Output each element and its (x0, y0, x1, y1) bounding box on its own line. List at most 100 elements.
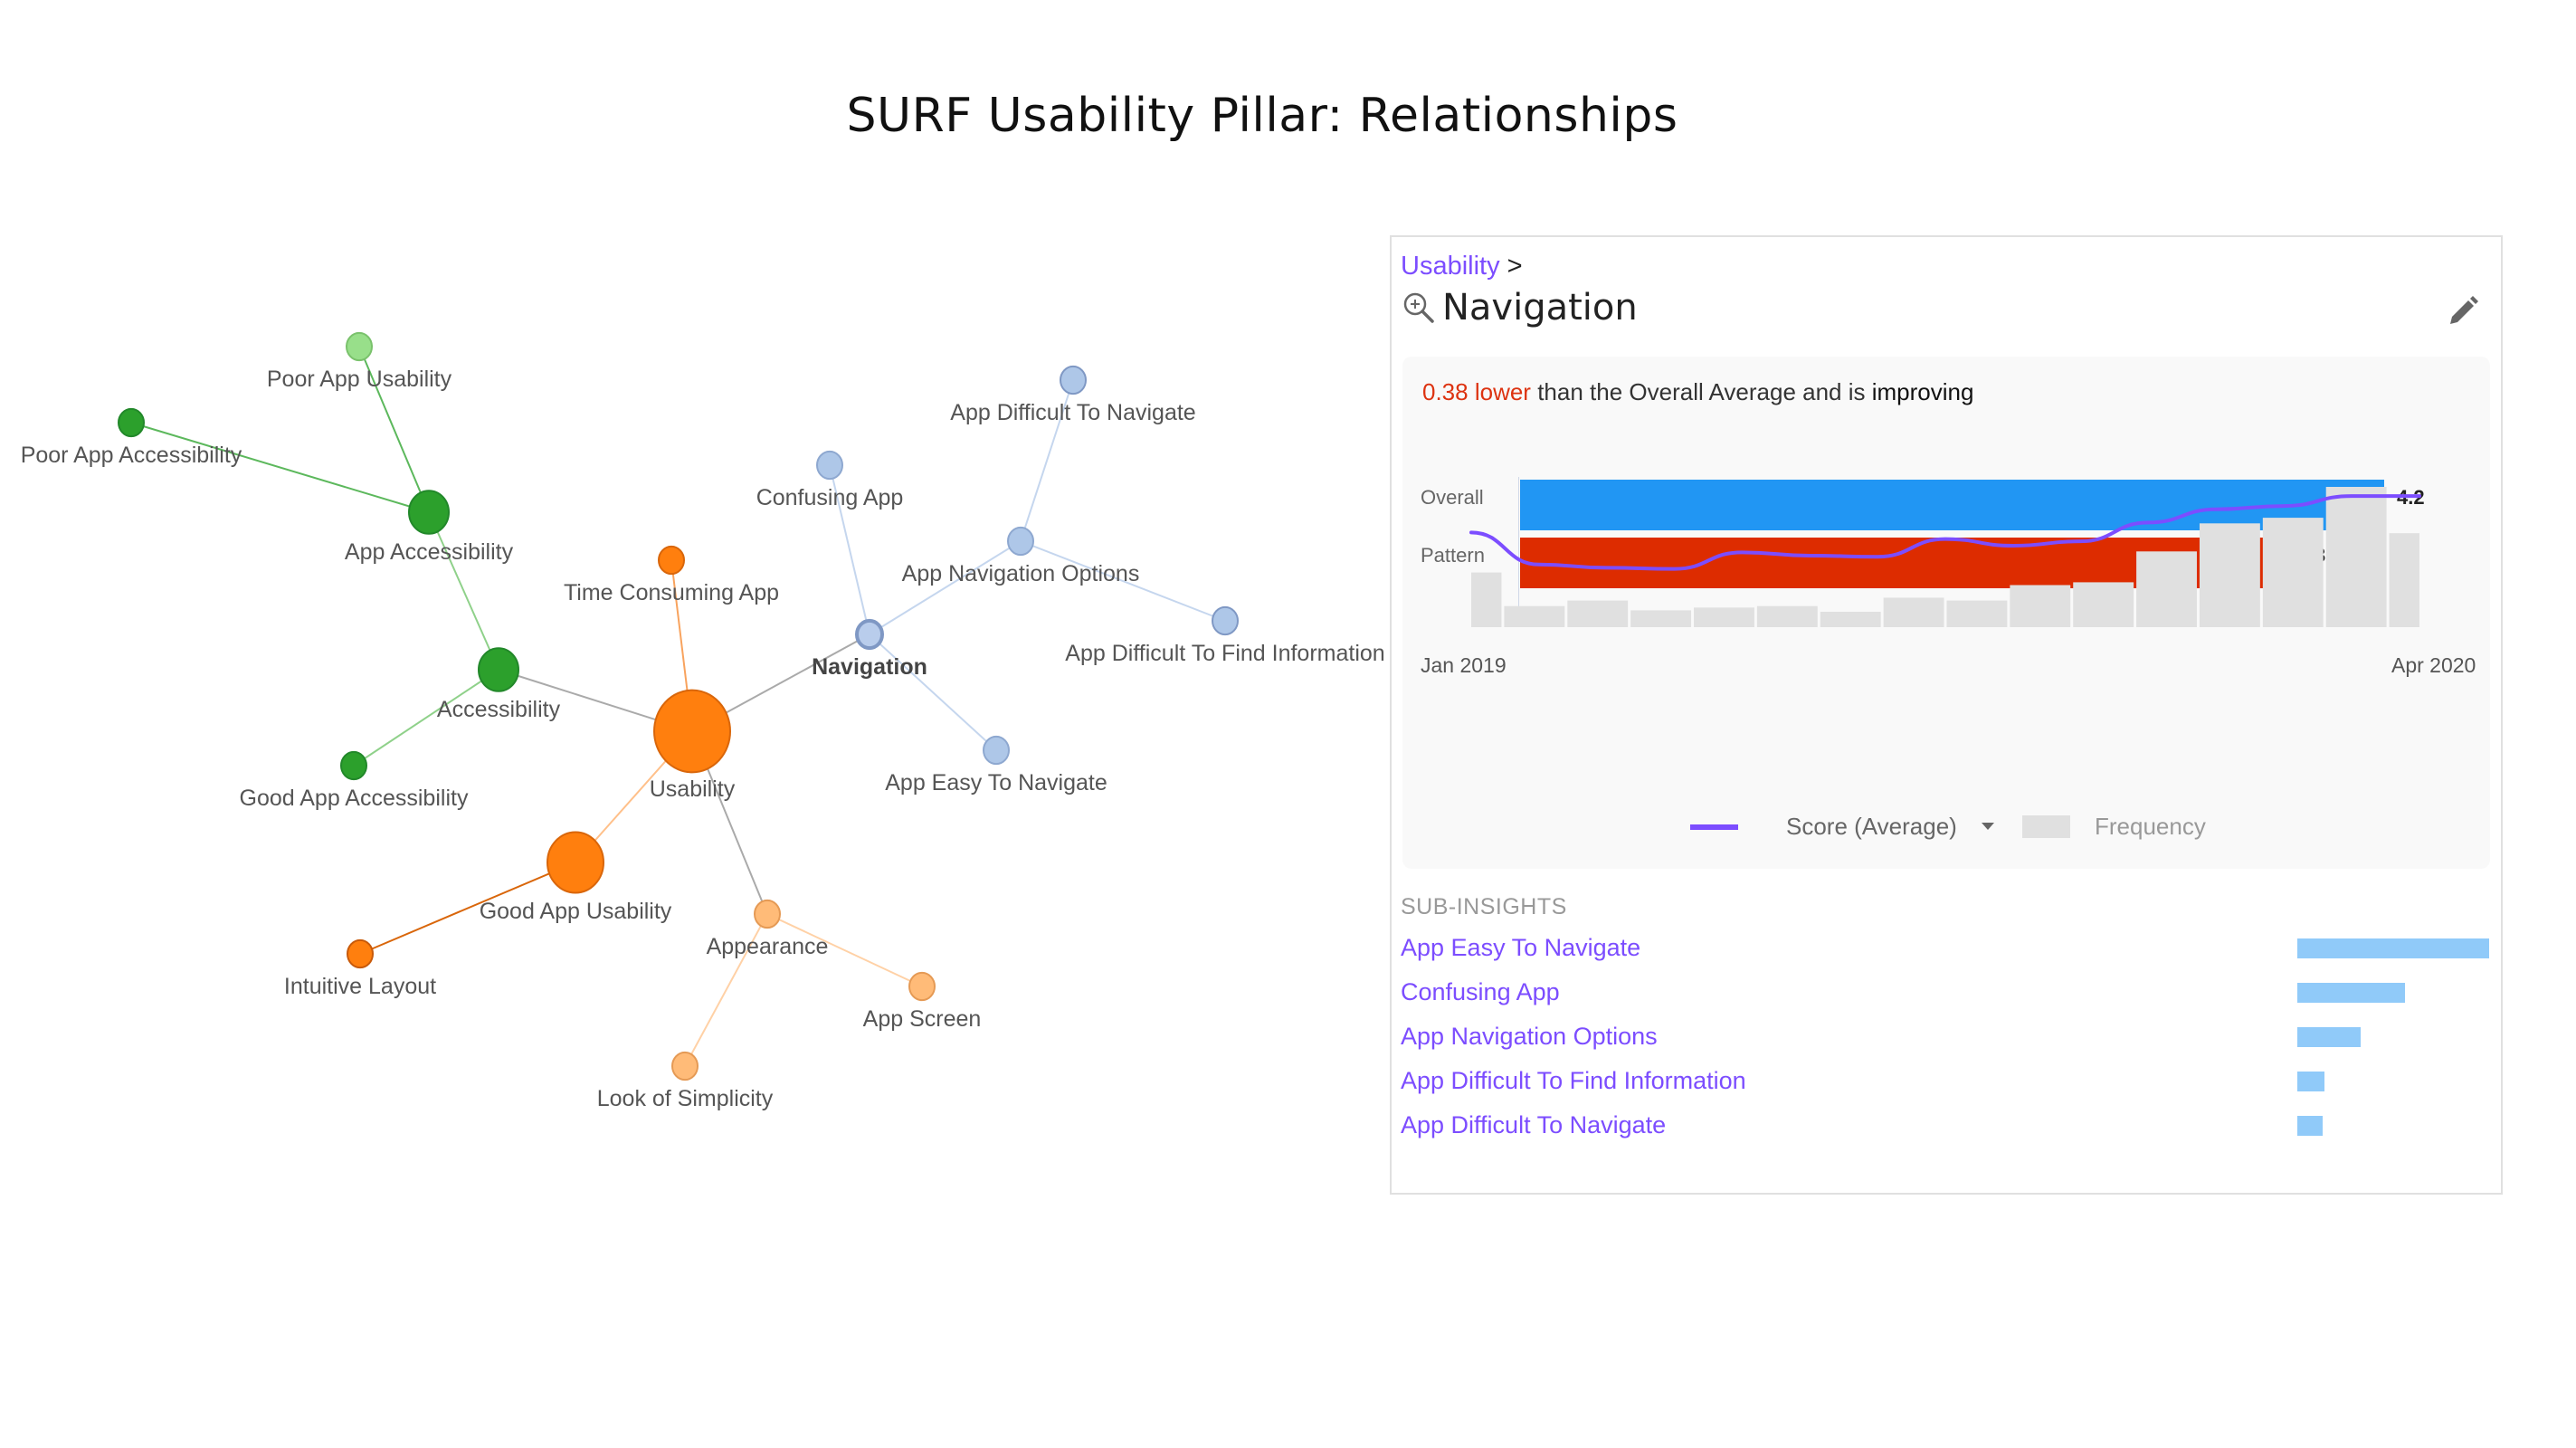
sub-insight-bar (2297, 983, 2405, 1003)
node-label[interactable]: Time Consuming App (564, 580, 779, 605)
sub-insight-bar (2297, 1027, 2361, 1047)
node-label[interactable]: App Difficult To Navigate (950, 400, 1195, 425)
node-label[interactable]: Appearance (707, 934, 829, 959)
score-metric-dropdown[interactable]: Score (Average) (1786, 813, 1957, 841)
node-circle[interactable] (983, 735, 1010, 766)
frequency-legend-label: Frequency (2095, 813, 2206, 840)
node-circle[interactable] (478, 647, 519, 692)
sub-insight-bar (2297, 1116, 2323, 1136)
node-circle[interactable] (1007, 526, 1034, 557)
breadcrumb-usability-link[interactable]: Usability (1401, 252, 1500, 281)
trend-chart (1469, 487, 2421, 627)
node-circle[interactable] (671, 1051, 699, 1081)
node-app-difficult-to-navigate[interactable]: App Difficult To Navigate (950, 365, 1196, 425)
node-label[interactable]: Good App Usability (480, 899, 672, 924)
frequency-bar (1883, 597, 1944, 627)
frequency-bar (2325, 487, 2387, 627)
sub-insight-link[interactable]: App Navigation Options (1401, 1023, 1658, 1051)
insight-card: 0.38 lower than the Overall Average and … (1402, 357, 2490, 869)
node-confusing-app[interactable]: Confusing App (756, 450, 904, 510)
graph-nodes: Poor App Usability Poor App Accessibility… (21, 331, 1385, 1111)
node-label[interactable]: App Easy To Navigate (885, 770, 1107, 795)
node-label[interactable]: Poor App Accessibility (21, 443, 242, 468)
x-end-label: Apr 2020 (2391, 653, 2476, 677)
frequency-bar (1567, 600, 1629, 627)
node-circle[interactable] (658, 545, 685, 576)
node-good-app-accessibility[interactable]: Good App Accessibility (240, 750, 469, 811)
node-circle[interactable] (816, 450, 843, 481)
chart-legend: Score (Average) Frequency (1402, 809, 2490, 845)
node-look-of-simplicity[interactable]: Look of Simplicity (597, 1051, 774, 1111)
node-label[interactable]: Accessibility (437, 697, 561, 722)
frequency-bar (1946, 600, 2008, 627)
sub-insight-bar (2297, 1072, 2324, 1091)
node-poor-app-accessibility[interactable]: Poor App Accessibility (21, 407, 242, 468)
node-circle[interactable] (1060, 365, 1087, 395)
node-accessibility[interactable]: Accessibility (437, 647, 561, 722)
breadcrumb-separator: > (1507, 252, 1523, 281)
panel-title-row: Navigation (1401, 287, 1638, 329)
node-navigation[interactable]: Navigation (812, 618, 927, 680)
node-app-navigation-options[interactable]: App Navigation Options (902, 526, 1140, 586)
node-circle[interactable] (1212, 605, 1239, 636)
node-usability[interactable]: Usability (650, 689, 736, 802)
frequency-bar (2199, 523, 2260, 627)
node-label[interactable]: App Navigation Options (902, 561, 1140, 586)
pencil-icon[interactable] (2445, 293, 2481, 329)
sub-insight-link[interactable]: App Difficult To Find Information (1401, 1067, 1746, 1095)
node-label[interactable]: Usability (650, 776, 736, 802)
node-label[interactable]: Confusing App (756, 485, 904, 510)
sub-insight-bar (2297, 938, 2489, 958)
frequency-bar (1756, 605, 1818, 627)
node-appearance[interactable]: Appearance (707, 899, 829, 959)
node-poor-app-usability[interactable]: Poor App Usability (267, 331, 452, 392)
node-circle[interactable] (908, 971, 936, 1002)
edge-app-accessibility-accessibility (428, 511, 499, 671)
zoom-in-icon[interactable] (1401, 290, 1437, 326)
node-circle[interactable] (855, 618, 884, 651)
sub-insight-item[interactable]: App Difficult To Navigate (1401, 1111, 2486, 1148)
frequency-bar (1504, 605, 1565, 627)
sub-insight-item[interactable]: App Navigation Options (1401, 1023, 2486, 1059)
node-app-difficult-to-find-information[interactable]: App Difficult To Find Information (1065, 605, 1385, 666)
sub-insight-item[interactable]: App Difficult To Find Information (1401, 1067, 2486, 1103)
sub-insight-link[interactable]: App Difficult To Navigate (1401, 1111, 1666, 1139)
frequency-bar (1694, 607, 1754, 627)
node-app-accessibility[interactable]: App Accessibility (345, 490, 514, 565)
dropdown-caret-icon[interactable] (1982, 823, 1994, 830)
node-app-easy-to-navigate[interactable]: App Easy To Navigate (885, 735, 1107, 795)
node-circle[interactable] (547, 831, 604, 894)
node-label[interactable]: Good App Accessibility (240, 786, 469, 811)
x-start-label: Jan 2019 (1421, 653, 1507, 677)
node-app-screen[interactable]: App Screen (863, 971, 982, 1032)
node-circle[interactable] (408, 490, 450, 535)
frequency-legend-swatch (2022, 815, 2070, 838)
frequency-bars (1471, 487, 2419, 627)
node-label[interactable]: App Difficult To Find Information (1065, 641, 1384, 666)
insight-panel: Usability > Navigation 0.38 lower than th… (1390, 235, 2503, 1195)
relationship-graph[interactable]: Poor App Usability Poor App Accessibility… (0, 0, 1393, 1267)
edge-navigation-app-navigation-options (869, 540, 1022, 635)
node-time-consuming-app[interactable]: Time Consuming App (564, 545, 779, 605)
node-label[interactable]: App Accessibility (345, 539, 514, 565)
frequency-bar (2262, 518, 2324, 627)
sub-insight-link[interactable]: Confusing App (1401, 978, 1560, 1006)
node-circle[interactable] (754, 899, 781, 929)
node-circle[interactable] (118, 407, 145, 438)
node-circle[interactable] (347, 938, 374, 969)
node-good-app-usability[interactable]: Good App Usability (480, 831, 672, 924)
sub-insight-link[interactable]: App Easy To Navigate (1401, 934, 1640, 962)
node-label[interactable]: Look of Simplicity (597, 1086, 774, 1111)
node-circle[interactable] (340, 750, 367, 781)
node-circle[interactable] (346, 331, 373, 362)
node-label[interactable]: Poor App Usability (267, 367, 452, 392)
sub-insight-item[interactable]: App Easy To Navigate (1401, 934, 2489, 970)
node-intuitive-layout[interactable]: Intuitive Layout (284, 938, 436, 999)
node-circle[interactable] (653, 689, 731, 774)
node-label[interactable]: Navigation (812, 654, 927, 680)
score-legend-swatch (1690, 824, 1738, 830)
sub-insight-item[interactable]: Confusing App (1401, 978, 2486, 1015)
node-label[interactable]: App Screen (863, 1006, 982, 1032)
frequency-bar (1820, 611, 1881, 627)
node-label[interactable]: Intuitive Layout (284, 974, 436, 999)
